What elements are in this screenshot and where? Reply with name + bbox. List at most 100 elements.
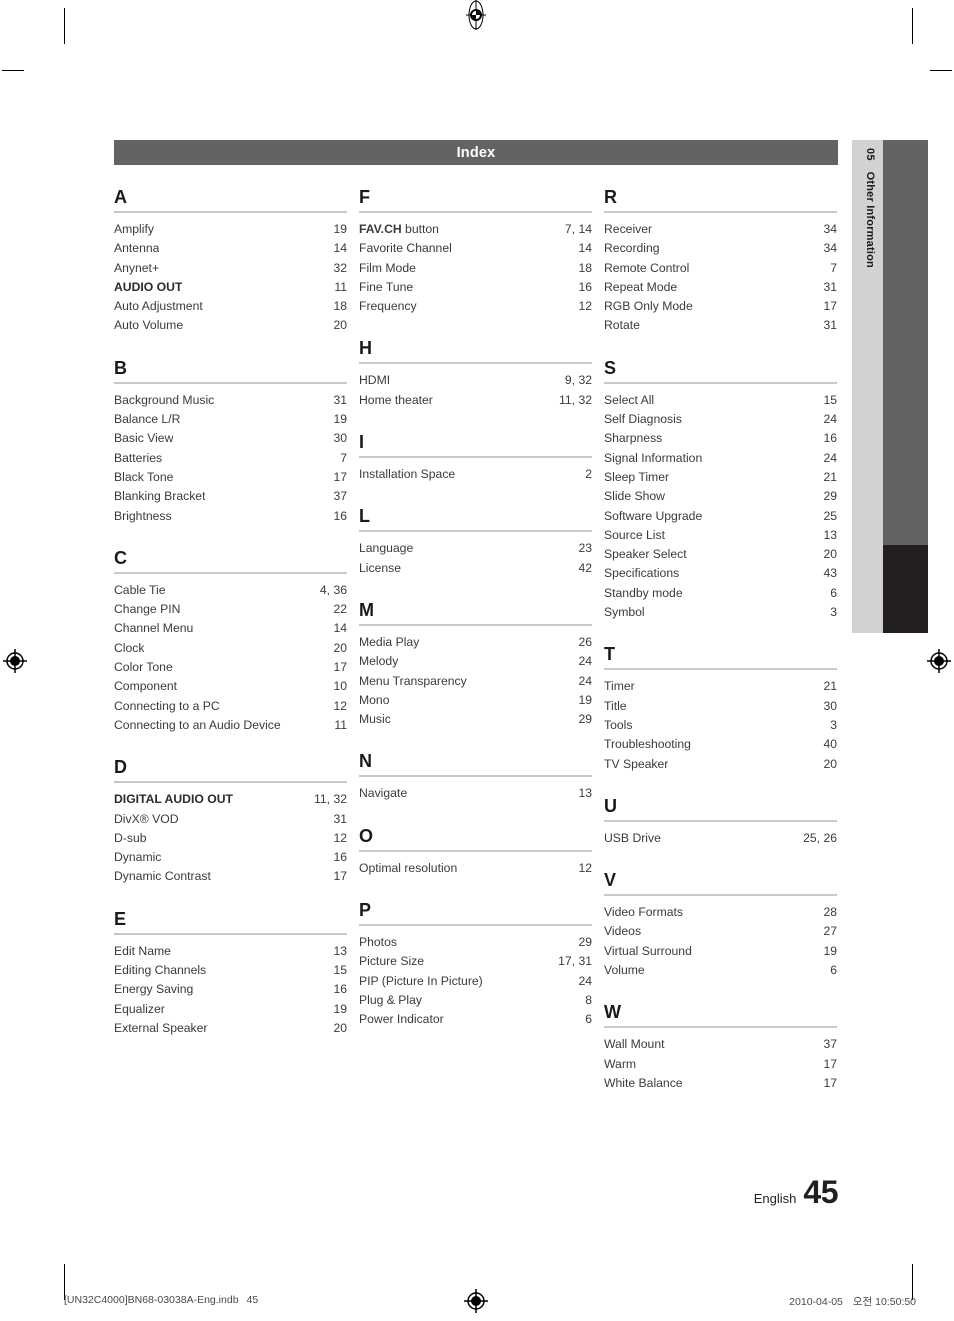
index-entry[interactable]: Sleep Timer 21 <box>604 468 837 487</box>
index-entry-pages: 14 <box>333 621 347 636</box>
index-entry[interactable]: Dynamic 16 <box>114 848 347 867</box>
index-entry[interactable]: Standby mode 6 <box>604 584 837 603</box>
index-entry[interactable]: Batteries 7 <box>114 449 347 468</box>
index-entry[interactable]: PIP (Picture In Picture) 24 <box>359 972 592 991</box>
index-entry[interactable]: Favorite Channel 14 <box>359 239 592 258</box>
index-entry[interactable]: Video Formats 28 <box>604 903 837 922</box>
index-entry[interactable]: Slide Show 29 <box>604 487 837 506</box>
index-entry[interactable]: Channel Menu 14 <box>114 619 347 638</box>
index-entry-pages: 29 <box>823 489 837 504</box>
index-entry[interactable]: Plug & Play 8 <box>359 991 592 1010</box>
index-entry-pages: 13 <box>823 527 837 542</box>
index-entry-term: Anynet+ <box>114 260 160 275</box>
index-entry[interactable]: USB Drive 25, 26 <box>604 829 837 848</box>
index-entry[interactable]: Tools 3 <box>604 716 837 735</box>
index-entry[interactable]: Repeat Mode 31 <box>604 278 837 297</box>
index-entry[interactable]: Virtual Surround 19 <box>604 942 837 961</box>
index-entry[interactable]: Software Upgrade 25 <box>604 507 837 526</box>
index-entry[interactable]: Receiver 34 <box>604 220 837 239</box>
index-entry[interactable]: Power Indicator 6 <box>359 1010 592 1029</box>
index-entry[interactable]: Recording 34 <box>604 239 837 258</box>
side-tab-text: 05 Other Information <box>864 148 876 268</box>
index-entry[interactable]: AUDIO OUT 11 <box>114 278 347 297</box>
index-entry-pages: 37 <box>333 489 347 504</box>
index-entry-pages: 24 <box>823 412 837 427</box>
index-entry-pages: 16 <box>333 508 347 523</box>
index-entry[interactable]: Navigate 13 <box>359 784 592 803</box>
index-entry[interactable]: Connecting to an Audio Device 11 <box>114 716 347 735</box>
index-entry[interactable]: Remote Control 7 <box>604 259 837 278</box>
index-entry[interactable]: Connecting to a PC 12 <box>114 697 347 716</box>
index-letter-group: T Timer 21 Title 30 Tools 3 Troubleshooting 40 TV… <box>604 644 837 773</box>
footer-time: 오전 10:50:50 <box>852 1296 916 1308</box>
index-entry[interactable]: White Balance 17 <box>604 1074 837 1093</box>
index-entry[interactable]: Symbol 3 <box>604 603 837 622</box>
index-entry[interactable]: Change PIN 22 <box>114 600 347 619</box>
index-entry[interactable]: Photos 29 <box>359 933 592 952</box>
index-entry[interactable]: HDMI 9, 32 <box>359 371 592 390</box>
index-entry[interactable]: Menu Transparency 24 <box>359 672 592 691</box>
index-entry[interactable]: Timer 21 <box>604 677 837 696</box>
index-entry[interactable]: Media Play 26 <box>359 633 592 652</box>
index-entry[interactable]: Home theater 11, 32 <box>359 391 592 410</box>
index-entry[interactable]: Language 23 <box>359 539 592 558</box>
index-entry[interactable]: Dynamic Contrast 17 <box>114 867 347 886</box>
index-entry[interactable]: Fine Tune 16 <box>359 278 592 297</box>
index-entry[interactable]: Editing Channels 15 <box>114 961 347 980</box>
index-entry[interactable]: Self Diagnosis 24 <box>604 410 837 429</box>
index-entry[interactable]: TV Speaker 20 <box>604 755 837 774</box>
index-entry[interactable]: Amplify 19 <box>114 220 347 239</box>
index-entry[interactable]: Anynet+ 32 <box>114 259 347 278</box>
index-entry[interactable]: Cable Tie 4, 36 <box>114 581 347 600</box>
index-entry[interactable]: Source List 13 <box>604 526 837 545</box>
index-entry[interactable]: DIGITAL AUDIO OUT 11, 32 <box>114 790 347 809</box>
index-entry-term: Music <box>359 712 391 727</box>
index-entry[interactable]: Music 29 <box>359 710 592 729</box>
index-entry[interactable]: Clock 20 <box>114 639 347 658</box>
index-letter-group: N Navigate 13 <box>359 751 592 803</box>
index-entry[interactable]: External Speaker 20 <box>114 1019 347 1038</box>
index-entry[interactable]: Brightness 16 <box>114 507 347 526</box>
index-entry[interactable]: FAV.CH button 7, 14 <box>359 220 592 239</box>
index-entry[interactable]: Auto Adjustment 18 <box>114 297 347 316</box>
index-entry[interactable]: Auto Volume 20 <box>114 316 347 335</box>
index-entry[interactable]: Volume 6 <box>604 961 837 980</box>
index-entry[interactable]: Sharpness 16 <box>604 429 837 448</box>
index-entry[interactable]: Black Tone 17 <box>114 468 347 487</box>
index-entry[interactable]: Basic View 30 <box>114 429 347 448</box>
index-entry[interactable]: Warm 17 <box>604 1055 837 1074</box>
index-entry[interactable]: Film Mode 18 <box>359 259 592 278</box>
index-entry[interactable]: Signal Information 24 <box>604 449 837 468</box>
index-entry[interactable]: Color Tone 17 <box>114 658 347 677</box>
index-entry-term: PIP (Picture In Picture) <box>359 973 483 988</box>
index-entry[interactable]: Balance L/R 19 <box>114 410 347 429</box>
index-entry[interactable]: RGB Only Mode 17 <box>604 297 837 316</box>
index-entry[interactable]: D-sub 12 <box>114 829 347 848</box>
index-entry[interactable]: Melody 24 <box>359 652 592 671</box>
index-entry-pages: 19 <box>333 412 347 427</box>
index-entry[interactable]: Videos 27 <box>604 922 837 941</box>
index-entry[interactable]: Wall Mount 37 <box>604 1035 837 1054</box>
index-entry[interactable]: Blanking Bracket 37 <box>114 487 347 506</box>
index-entry[interactable]: License 42 <box>359 559 592 578</box>
index-entry[interactable]: Mono 19 <box>359 691 592 710</box>
index-entry-term: Self Diagnosis <box>604 412 682 427</box>
index-entry[interactable]: Component 10 <box>114 677 347 696</box>
index-entry[interactable]: Energy Saving 16 <box>114 980 347 999</box>
index-entry[interactable]: Rotate 31 <box>604 316 837 335</box>
index-entry[interactable]: Antenna 14 <box>114 239 347 258</box>
index-entry[interactable]: Title 30 <box>604 697 837 716</box>
index-entry[interactable]: Select All 15 <box>604 391 837 410</box>
index-entry[interactable]: Picture Size 17, 31 <box>359 952 592 971</box>
index-entry[interactable]: Specifications 43 <box>604 564 837 583</box>
index-entry[interactable]: Speaker Select 20 <box>604 545 837 564</box>
index-entry[interactable]: Troubleshooting 40 <box>604 735 837 754</box>
index-entry[interactable]: Background Music 31 <box>114 391 347 410</box>
index-entry[interactable]: DivX® VOD 31 <box>114 810 347 829</box>
index-entry-pages: 34 <box>823 241 837 256</box>
index-entry[interactable]: Equalizer 19 <box>114 1000 347 1019</box>
index-entry[interactable]: Installation Space 2 <box>359 465 592 484</box>
index-entry[interactable]: Frequency 12 <box>359 297 592 316</box>
index-entry[interactable]: Optimal resolution 12 <box>359 859 592 878</box>
index-entry[interactable]: Edit Name 13 <box>114 942 347 961</box>
